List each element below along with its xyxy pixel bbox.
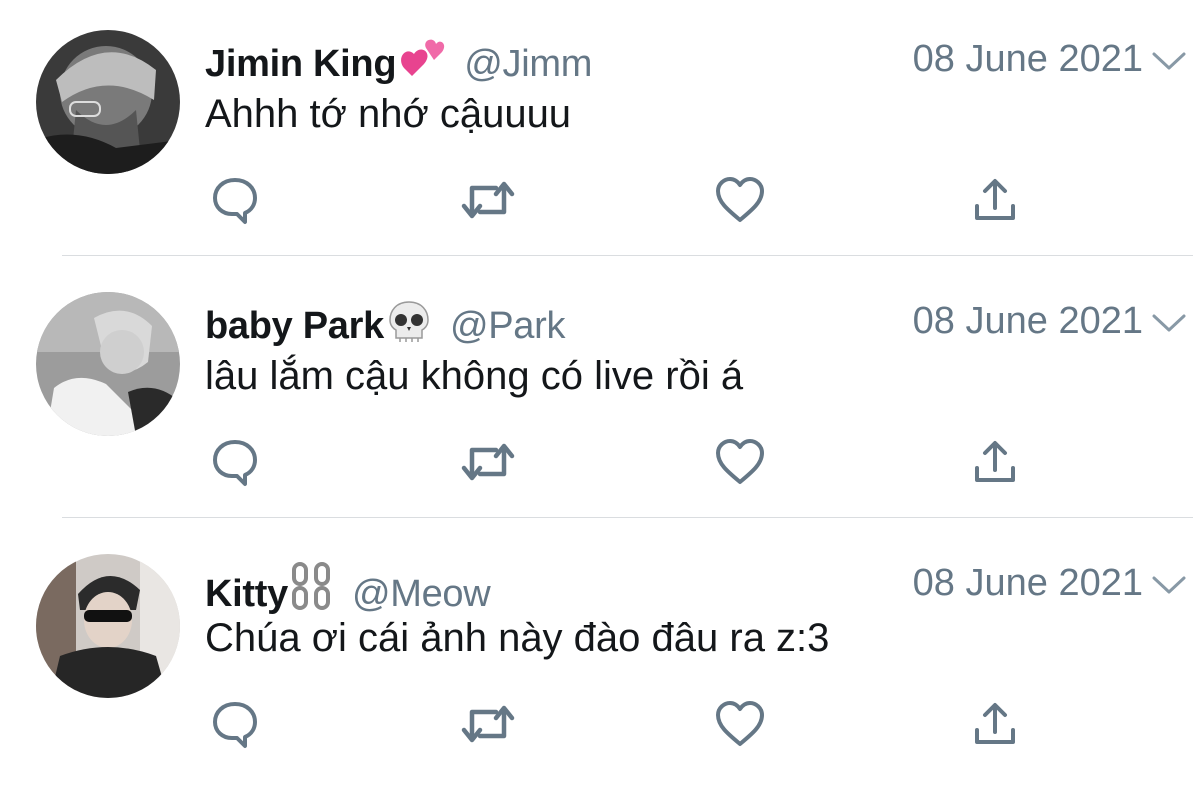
retweet-button[interactable] — [458, 696, 518, 752]
avatar[interactable] — [36, 292, 180, 436]
share-icon — [975, 179, 1015, 220]
share-button[interactable] — [965, 696, 1025, 752]
like-button[interactable] — [710, 696, 770, 752]
tweet-text: Chúa ơi cái ảnh này đào đâu ra z:3 — [205, 616, 830, 660]
chevron-down-icon[interactable] — [1151, 50, 1187, 77]
display-name[interactable]: baby Park — [205, 305, 384, 347]
avatar[interactable] — [36, 30, 180, 174]
share-icon — [975, 703, 1015, 744]
tweet[interactable]: Jimin King @Jimm 08 June 2021 Ahhh tớ nhớ… — [0, 0, 1193, 262]
user-handle[interactable]: @Park — [450, 305, 566, 347]
reply-button[interactable] — [205, 434, 265, 490]
retweet-button[interactable] — [458, 434, 518, 490]
share-icon — [975, 441, 1015, 482]
like-button[interactable] — [710, 172, 770, 228]
two-hearts-icon — [398, 38, 446, 92]
heart-icon — [716, 177, 764, 222]
like-button[interactable] — [710, 434, 770, 490]
retweet-icon — [461, 181, 515, 219]
tweet-date: 08 June 2021 — [912, 300, 1143, 342]
display-name[interactable]: Jimin King — [205, 43, 397, 85]
reply-icon — [213, 440, 257, 486]
tweet[interactable]: baby Park @Park 08 June 2021 lâu lắm cậu … — [0, 262, 1193, 524]
display-name[interactable]: Kitty — [205, 573, 288, 615]
avatar[interactable] — [36, 554, 180, 698]
skull-icon — [386, 300, 432, 354]
reply-button[interactable] — [205, 696, 265, 752]
share-button[interactable] — [965, 172, 1025, 228]
tweet-text: lâu lắm cậu không có live rồi á — [205, 354, 744, 398]
tweet-date: 08 June 2021 — [912, 562, 1143, 604]
divider — [62, 517, 1193, 518]
divider — [62, 255, 1193, 256]
chains-icon — [290, 562, 334, 622]
heart-icon — [716, 701, 764, 746]
tweet-actions — [205, 696, 1105, 752]
user-handle[interactable]: @Meow — [352, 573, 491, 615]
reply-icon — [213, 702, 257, 748]
user-handle[interactable]: @Jimm — [464, 43, 592, 85]
retweet-button[interactable] — [458, 172, 518, 228]
tweet-actions — [205, 172, 1105, 228]
chevron-down-icon[interactable] — [1151, 574, 1187, 601]
retweet-icon — [461, 705, 515, 743]
tweet-actions — [205, 434, 1105, 490]
reply-icon — [213, 178, 257, 224]
heart-icon — [716, 439, 764, 484]
tweet-date: 08 June 2021 — [912, 38, 1143, 80]
tweet[interactable]: Kitty @Meow 08 June 2021 Chúa ơi cái ảnh … — [0, 524, 1193, 786]
share-button[interactable] — [965, 434, 1025, 490]
reply-button[interactable] — [205, 172, 265, 228]
tweet-text: Ahhh tớ nhớ cậuuuu — [205, 92, 572, 136]
chevron-down-icon[interactable] — [1151, 312, 1187, 339]
retweet-icon — [461, 443, 515, 481]
